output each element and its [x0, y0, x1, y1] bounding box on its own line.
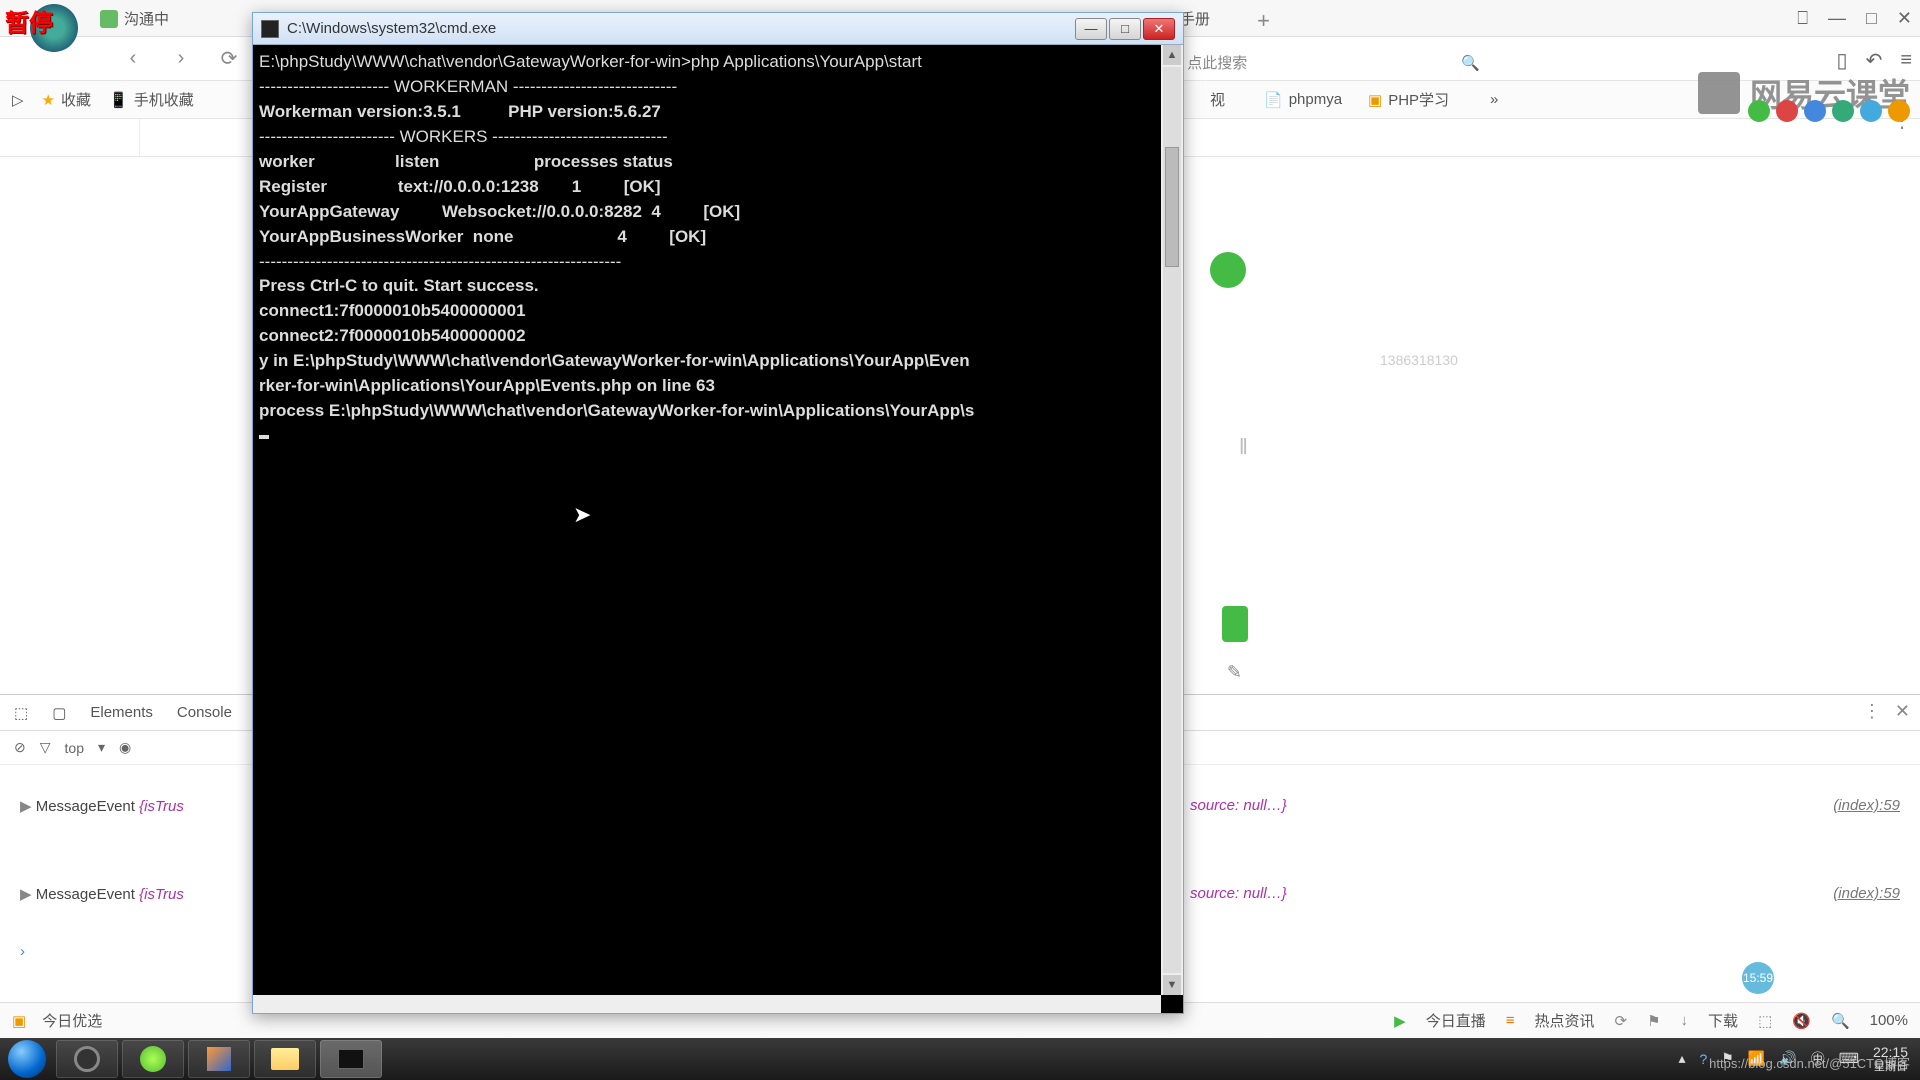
window-controls: ⎕ — □ ✕ — [1797, 8, 1912, 29]
watermark-logo-icon — [1698, 72, 1740, 114]
mouse-pointer-icon: ➤ — [573, 500, 591, 530]
cmd-horizontal-scrollbar[interactable] — [253, 995, 1161, 1013]
pause-overlay-label: 暂停 — [5, 3, 53, 38]
cmd-window: C:\Windows\system32\cmd.exe — □ ✕ E:\php… — [252, 12, 1184, 1014]
taskbar-explorer[interactable] — [254, 1040, 316, 1078]
devtools-close-icon[interactable]: ✕ — [1895, 701, 1910, 722]
refresh-icon[interactable]: ⟳ — [1615, 1012, 1628, 1030]
browser-tab-chat[interactable]: 沟通中 — [100, 8, 169, 29]
flag-icon[interactable]: ⚑ — [1647, 1012, 1660, 1030]
download-icon[interactable]: ↓ — [1681, 1012, 1689, 1029]
chat-tab-icon — [100, 10, 118, 28]
context-selector[interactable]: top — [65, 740, 84, 756]
taskbar-cmd[interactable] — [320, 1040, 382, 1078]
devtools-tab-console[interactable]: Console — [177, 704, 232, 721]
watermark-color-dots — [1748, 100, 1910, 122]
phone-number-text: 1386318130 — [1380, 352, 1458, 368]
dropdown-arrow-icon[interactable]: ▾ — [98, 739, 105, 756]
today-live[interactable]: 今日直播 — [1426, 1010, 1486, 1031]
cmd-maximize-button[interactable]: □ — [1109, 18, 1141, 40]
csdn-watermark: https://blog.csdn.net/@51CTO博客 — [1709, 1053, 1910, 1072]
today-selection[interactable]: 今日优选 — [42, 1010, 102, 1031]
source-link[interactable]: (index):59 — [1833, 797, 1900, 814]
expand-icon[interactable]: ▷ — [12, 91, 24, 109]
cmd-close-button[interactable]: ✕ — [1143, 18, 1175, 40]
cmd-cursor — [259, 435, 269, 439]
devtools-menu-icon[interactable]: ⋮ — [1863, 701, 1881, 722]
bookmarks-more[interactable]: » — [1490, 91, 1500, 108]
download-label[interactable]: 下载 — [1708, 1010, 1738, 1031]
forward-button[interactable]: › — [166, 44, 196, 74]
hot-info[interactable]: 热点资讯 — [1535, 1010, 1595, 1031]
devtools-tab-elements[interactable]: Elements — [90, 704, 153, 721]
scroll-down-arrow[interactable]: ▼ — [1163, 975, 1181, 995]
pip-icon[interactable]: ⬚ — [1758, 1012, 1772, 1030]
mute-icon[interactable]: 🔇 — [1792, 1012, 1811, 1030]
scroll-up-arrow[interactable]: ▲ — [1163, 45, 1181, 65]
handle-bars-icon[interactable]: ‖ — [1239, 434, 1248, 460]
bookmark-phpmya[interactable]: 📄phpmya — [1264, 91, 1342, 109]
back-button[interactable]: ‹ — [118, 44, 148, 74]
maximize-icon[interactable]: □ — [1866, 8, 1877, 29]
edit-icon[interactable]: ✎ — [1227, 662, 1242, 683]
close-icon[interactable]: ✕ — [1897, 8, 1912, 29]
scrollbar-thumb[interactable] — [1165, 147, 1179, 267]
cmd-titlebar[interactable]: C:\Windows\system32\cmd.exe — □ ✕ — [253, 13, 1183, 45]
search-icon[interactable]: 🔍 — [1461, 54, 1480, 72]
search-placeholder[interactable]: 点此搜索 — [1187, 52, 1247, 73]
cmd-console-output[interactable]: E:\phpStudy\WWW\chat\vendor\GatewayWorke… — [253, 45, 1183, 1013]
start-button[interactable] — [0, 1038, 54, 1080]
user-status-icon — [1210, 252, 1246, 288]
cmd-title-icon — [261, 20, 279, 38]
minimize-icon[interactable]: — — [1828, 8, 1846, 29]
bookmark-mobile[interactable]: 📱手机收藏 — [109, 89, 194, 110]
send-button[interactable] — [1222, 606, 1248, 642]
cmd-vertical-scrollbar[interactable]: ▲ ▼ — [1161, 45, 1183, 995]
reload-button[interactable]: ⟳ — [214, 44, 244, 74]
device-toggle-icon[interactable]: ▢ — [52, 704, 66, 722]
tray-help-icon[interactable]: ? — [1700, 1051, 1708, 1067]
play-icon[interactable]: ▶ — [1394, 1012, 1406, 1030]
taskbar-browser[interactable] — [122, 1040, 184, 1078]
taskbar-sublime[interactable] — [188, 1040, 250, 1078]
menu-icon[interactable]: ≡ — [1900, 49, 1912, 72]
bookmark-partial[interactable]: 视 — [1210, 89, 1225, 110]
bookmark-icon[interactable]: ⎕ — [1797, 8, 1808, 29]
zoom-icon[interactable]: 🔍 — [1831, 1012, 1850, 1030]
chat-tab-label: 沟通中 — [124, 8, 169, 29]
inspect-icon[interactable]: ⬚ — [14, 704, 28, 722]
new-tab-button[interactable]: + — [1257, 8, 1270, 34]
windows-taskbar: ▴ ? ⚑ 📶 🔊 ㊥ ⌨ 22:15 星期日 — [0, 1038, 1920, 1080]
filter-icon[interactable]: ▽ — [40, 739, 51, 756]
taskbar-obs[interactable] — [56, 1040, 118, 1078]
bookmark-phpstudy[interactable]: ▣PHP学习 — [1368, 89, 1449, 110]
side-app-panel: ‖ ✎ — [1200, 200, 1250, 700]
cmd-minimize-button[interactable]: — — [1075, 18, 1107, 40]
cmd-title-text: C:\Windows\system32\cmd.exe — [287, 20, 496, 37]
news-icon[interactable]: ≡ — [1506, 1012, 1515, 1029]
clear-icon[interactable]: ⊘ — [14, 739, 26, 756]
zoom-level: 100% — [1870, 1012, 1908, 1029]
time-badge: 15:59 — [1742, 962, 1774, 994]
tray-arrow-icon[interactable]: ▴ — [1678, 1050, 1685, 1067]
bookmark-favorites[interactable]: ★收藏 — [42, 89, 91, 110]
eye-icon[interactable]: ◉ — [119, 739, 131, 756]
start-orb-icon — [8, 1040, 46, 1078]
source-link[interactable]: (index):59 — [1833, 885, 1900, 902]
